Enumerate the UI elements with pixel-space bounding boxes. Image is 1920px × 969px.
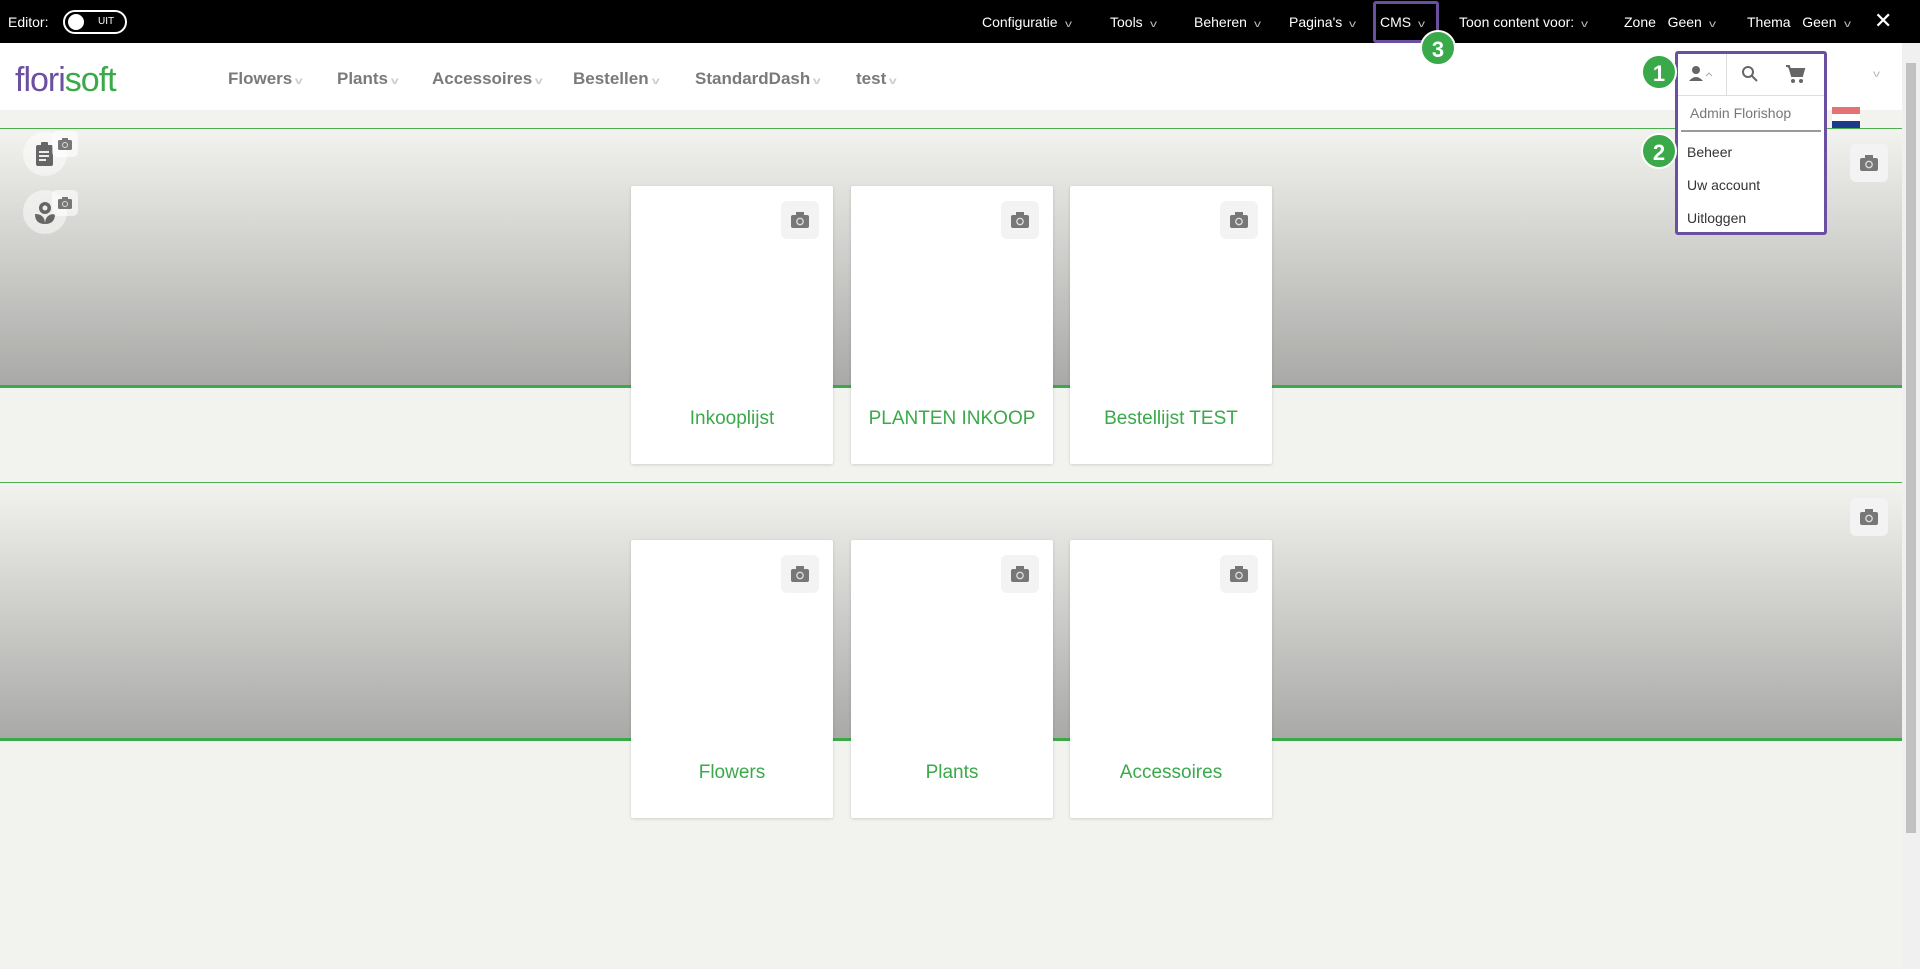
site-header: florisoft Flowers v Plants v Accessoires v … (0, 43, 1902, 128)
menu-toon-content[interactable]: Toon content voor: v (1459, 14, 1589, 30)
user-menu-dropdown: Admin Florishop Beheer Uw account Uitlog… (1675, 51, 1827, 235)
section-camera-button[interactable] (1850, 498, 1888, 536)
nav-label: Flowers (228, 69, 293, 88)
user-icon[interactable] (1688, 64, 1716, 89)
menu-item-uitloggen[interactable]: Uitloggen (1678, 202, 1824, 235)
menu-item-uw-account[interactable]: Uw account (1678, 169, 1824, 202)
chevron-down-icon: v (1253, 19, 1261, 30)
zone-value: Geen (1667, 14, 1702, 30)
card-title: Accessoires (1119, 762, 1223, 783)
search-icon[interactable] (1740, 64, 1760, 89)
nav-flowers[interactable]: Flowers v (228, 69, 303, 89)
menu-paginas[interactable]: Pagina's v (1289, 14, 1357, 30)
chevron-down-icon: v (535, 76, 543, 87)
menu-configuratie[interactable]: Configuratie v (982, 14, 1072, 30)
camera-button[interactable] (52, 131, 78, 157)
card-camera-button[interactable] (781, 201, 819, 239)
scrollbar-thumb[interactable] (1906, 63, 1916, 833)
menu-item-beheer[interactable]: Beheer (1678, 136, 1824, 169)
camera-icon (791, 566, 809, 582)
close-icon[interactable]: ✕ (1874, 8, 1892, 34)
menu-beheren[interactable]: Beheren v (1194, 14, 1261, 30)
nav-accessoires[interactable]: Accessoires v (432, 69, 543, 89)
camera-icon (1011, 212, 1029, 228)
camera-icon (791, 212, 809, 228)
toggle-state: UIT (98, 16, 115, 27)
dashboard-card[interactable]: PLANTEN INKOOP (851, 186, 1053, 464)
menu-label: Pagina's (1289, 14, 1343, 30)
chevron-down-icon: v (651, 76, 660, 87)
camera-icon (1011, 566, 1029, 582)
camera-icon (58, 138, 72, 150)
card-camera-button[interactable] (1001, 201, 1039, 239)
menu-zone[interactable]: Zone Geen v (1624, 14, 1716, 30)
thema-label: Thema (1747, 14, 1791, 30)
camera-icon (1860, 509, 1878, 525)
editor-label: Editor: (8, 14, 49, 30)
chevron-down-icon[interactable]: v (1873, 69, 1880, 80)
menu-tools[interactable]: Tools v (1110, 14, 1157, 30)
card-title: Bestellijst TEST (1104, 408, 1238, 429)
logo-text-soft: soft (64, 61, 117, 99)
chevron-down-icon: v (295, 76, 303, 87)
card-title: Inkooplijst (689, 408, 775, 429)
scrollbar[interactable] (1902, 43, 1920, 969)
user-name: Admin Florishop (1681, 96, 1821, 132)
logo-text-flori: flori (15, 61, 66, 99)
toggle-knob (68, 14, 84, 30)
step-badge-2: 2 (1641, 133, 1677, 169)
dashboard-card[interactable]: Accessoires (1070, 540, 1272, 818)
camera-icon (58, 197, 72, 209)
language-flag-nl[interactable] (1832, 107, 1860, 128)
nav-test[interactable]: test v (856, 69, 897, 89)
chevron-down-icon: v (813, 76, 821, 87)
nav-label: Bestellen (573, 69, 649, 88)
menu-label: Tools (1110, 14, 1143, 30)
nav-label: StandardDash (695, 69, 811, 88)
card-camera-button[interactable] (1220, 555, 1258, 593)
cart-icon[interactable] (1784, 64, 1806, 89)
chevron-down-icon: v (1149, 19, 1157, 30)
section-camera-button[interactable] (1850, 144, 1888, 182)
chevron-down-icon: v (1843, 19, 1851, 30)
nav-label: Plants (337, 69, 389, 88)
dashboard-card[interactable]: Bestellijst TEST (1070, 186, 1272, 464)
chevron-down-icon: v (1581, 19, 1589, 30)
step-badge-3: 3 (1420, 30, 1456, 66)
camera-button[interactable] (52, 190, 78, 216)
menu-thema[interactable]: Thema Geen v (1747, 14, 1851, 30)
card-title: Flowers (698, 762, 766, 783)
camera-icon (1230, 566, 1248, 582)
zone-label: Zone (1624, 14, 1656, 30)
menu-label: Configuratie (982, 14, 1058, 30)
card-title: PLANTEN INKOOP (868, 408, 1036, 429)
menu-label: Beheren (1194, 14, 1247, 30)
chevron-down-icon: v (1349, 19, 1357, 30)
chevron-down-icon: v (1708, 19, 1716, 30)
card-camera-button[interactable] (1220, 201, 1258, 239)
card-camera-button[interactable] (1001, 555, 1039, 593)
nav-bestellen[interactable]: Bestellen v (573, 69, 660, 89)
camera-icon (1860, 155, 1878, 171)
nav-label: test (856, 69, 887, 88)
dashboard-card[interactable]: Flowers (631, 540, 833, 818)
camera-icon (1230, 212, 1248, 228)
chevron-down-icon: v (889, 76, 897, 87)
florisoft-logo[interactable]: florisoft (15, 61, 117, 100)
step-badge-1: 1 (1641, 54, 1677, 90)
chevron-down-icon: v (1064, 19, 1072, 30)
thema-value: Geen (1802, 14, 1837, 30)
card-title: Plants (925, 762, 979, 783)
nav-label: Accessoires (432, 69, 533, 88)
menu-label: Toon content voor: (1459, 14, 1575, 30)
nav-plants[interactable]: Plants v (337, 69, 399, 89)
chevron-down-icon: v (390, 76, 399, 87)
dashboard-card[interactable]: Plants (851, 540, 1053, 818)
nav-standarddash[interactable]: StandardDash v (695, 69, 821, 89)
editor-toggle[interactable]: UIT (63, 10, 127, 34)
dashboard-card[interactable]: Inkooplijst (631, 186, 833, 464)
admin-toolbar: Editor: UIT Configuratie v Tools v Beheren… (0, 0, 1920, 43)
card-camera-button[interactable] (781, 555, 819, 593)
